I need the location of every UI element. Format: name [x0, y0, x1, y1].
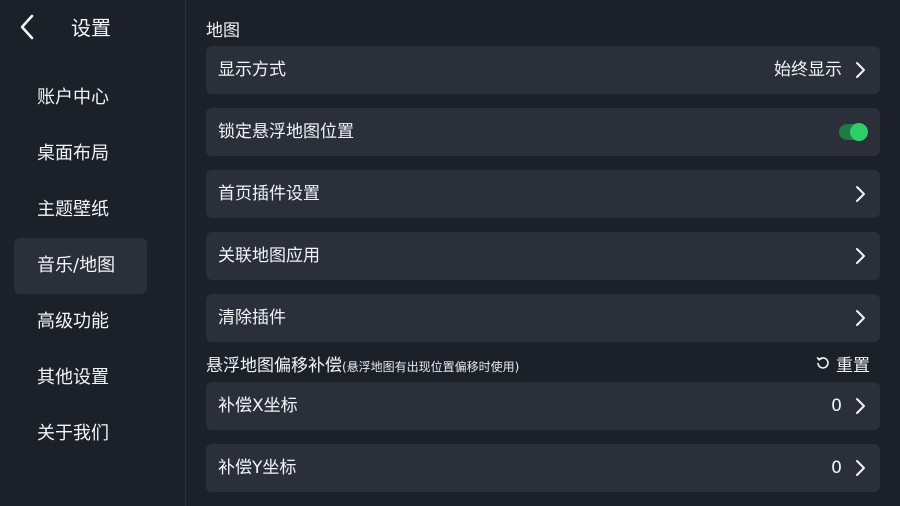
lock-map-label: 锁定悬浮地图位置 — [218, 122, 354, 142]
sidebar-item-advanced[interactable]: 高级功能 — [14, 294, 147, 350]
linked-map-app-row[interactable]: 关联地图应用 — [206, 232, 880, 280]
home-plugin-row[interactable]: 首页插件设置 — [206, 170, 880, 218]
chevron-right-icon — [856, 310, 865, 326]
lock-map-row: 锁定悬浮地图位置 — [206, 108, 880, 156]
sidebar-item-about[interactable]: 关于我们 — [14, 406, 147, 462]
sidebar-item-label: 高级功能 — [37, 311, 109, 332]
chevron-right-icon — [856, 62, 865, 78]
chevron-right-icon — [856, 248, 865, 264]
lock-map-toggle[interactable] — [839, 123, 868, 141]
clear-plugin-row[interactable]: 清除插件 — [206, 294, 880, 342]
chevron-right-icon — [856, 460, 865, 476]
section-title-offset: 悬浮地图偏移补偿(悬浮地图有出现位置偏移时使用) — [206, 351, 519, 376]
back-arrow-icon[interactable] — [14, 10, 44, 44]
sidebar-item-label: 桌面布局 — [37, 143, 109, 164]
offset-y-row[interactable]: 补偿Y坐标 0 — [206, 444, 880, 492]
page-title: 设置 — [71, 16, 111, 40]
sidebar-item-label: 主题壁纸 — [37, 199, 109, 220]
linked-map-app-label: 关联地图应用 — [218, 246, 320, 266]
sidebar-item-music-map[interactable]: 音乐/地图 — [14, 238, 147, 294]
sidebar: 设置 账户中心 桌面布局 主题壁纸 音乐/地图 高级功能 其他设置 关于我们 — [0, 0, 186, 506]
sidebar-header: 设置 — [0, 0, 185, 56]
reset-button[interactable]: 重置 — [816, 351, 870, 376]
offset-section-note: (悬浮地图有出现位置偏移时使用) — [342, 360, 520, 374]
sidebar-item-label: 其他设置 — [37, 367, 109, 388]
section-title-map: 地图 — [206, 21, 240, 41]
display-mode-label: 显示方式 — [218, 60, 286, 80]
offset-y-label: 补偿Y坐标 — [218, 458, 297, 478]
sidebar-item-theme-wallpaper[interactable]: 主题壁纸 — [14, 182, 147, 238]
settings-panel: 地图 显示方式 始终显示 锁定悬浮地图位置 首页插件设置 关联地图应用 清除插件… — [186, 0, 900, 506]
chevron-right-icon — [856, 398, 865, 414]
offset-x-label: 补偿X坐标 — [218, 396, 298, 416]
clear-plugin-label: 清除插件 — [218, 308, 286, 328]
display-mode-row[interactable]: 显示方式 始终显示 — [206, 46, 880, 94]
toggle-knob — [850, 123, 868, 141]
sidebar-item-account[interactable]: 账户中心 — [14, 70, 147, 126]
display-mode-value: 始终显示 — [774, 60, 842, 80]
sidebar-item-desktop-layout[interactable]: 桌面布局 — [14, 126, 147, 182]
offset-x-value: 0 — [831, 396, 842, 416]
reset-label: 重置 — [836, 355, 870, 376]
sidebar-item-other-settings[interactable]: 其他设置 — [14, 350, 147, 406]
sidebar-item-label: 音乐/地图 — [37, 255, 116, 276]
reset-icon — [816, 356, 829, 369]
sidebar-item-label: 账户中心 — [37, 87, 109, 108]
home-plugin-label: 首页插件设置 — [218, 184, 320, 204]
chevron-right-icon — [856, 186, 865, 202]
sidebar-item-label: 关于我们 — [37, 423, 109, 444]
offset-section-title: 悬浮地图偏移补偿 — [206, 356, 342, 376]
offset-x-row[interactable]: 补偿X坐标 0 — [206, 382, 880, 430]
offset-y-value: 0 — [831, 458, 842, 478]
